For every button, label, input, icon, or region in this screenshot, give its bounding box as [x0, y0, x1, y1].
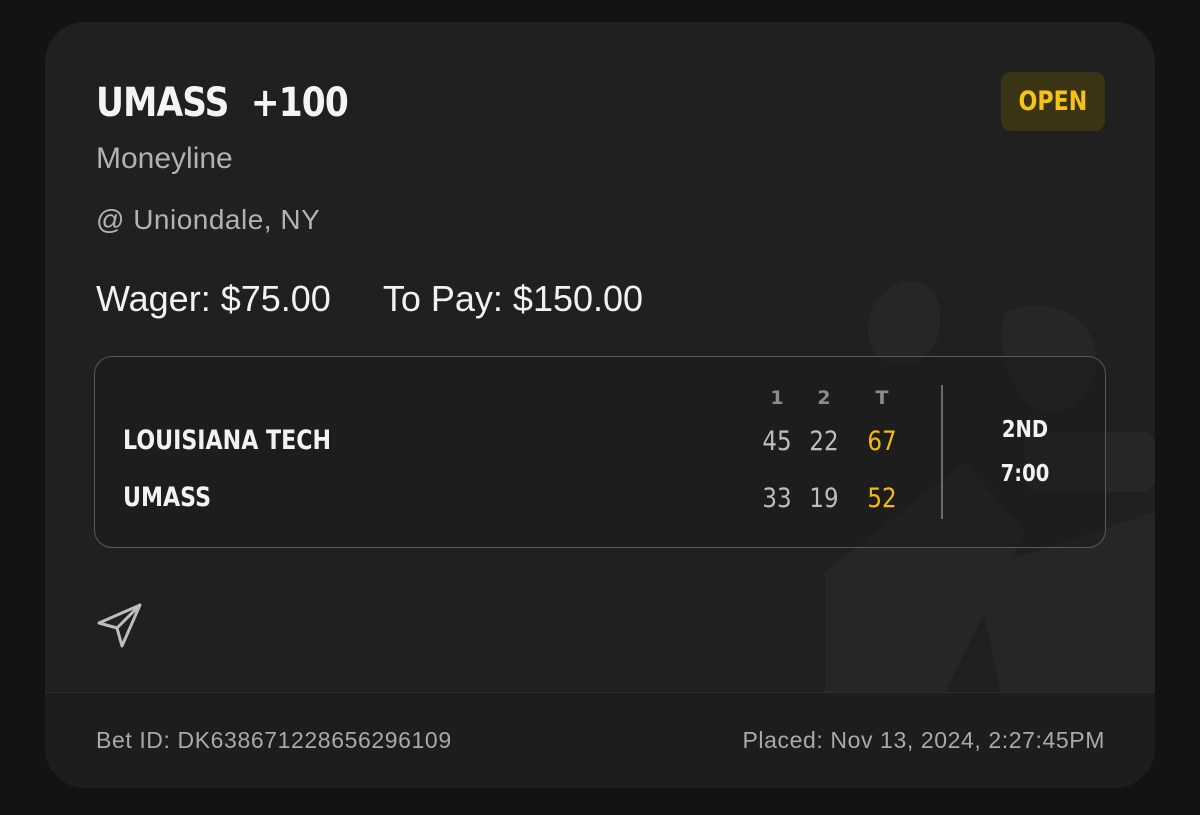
- score-away-q1: 45: [762, 426, 792, 457]
- score-home-q2: 19: [809, 483, 839, 514]
- selection-name: UMASS: [96, 80, 229, 126]
- header-period-1: 1: [770, 387, 784, 409]
- game-location: @ Uniondale, NY: [96, 204, 321, 235]
- bet-id: Bet ID: DK638671228656296109: [96, 727, 452, 754]
- score-home-q1: 33: [762, 483, 792, 514]
- bet-id-value: DK638671228656296109: [177, 727, 452, 753]
- to-pay-value: $150.00: [512, 278, 644, 319]
- bet-id-label: Bet ID:: [96, 727, 171, 753]
- paper-plane-icon[interactable]: [95, 600, 145, 650]
- score-home-total: 52: [867, 483, 897, 514]
- wager-value: $75.00: [220, 278, 331, 319]
- header-total: T: [875, 387, 889, 409]
- score-away-total: 67: [867, 426, 897, 457]
- game-clock: 7:00: [1000, 461, 1050, 487]
- scoreboard-divider: [941, 385, 943, 519]
- score-away-q2: 22: [809, 426, 839, 457]
- market-type: Moneyline: [96, 142, 233, 175]
- wager-label: Wager:: [96, 278, 211, 319]
- team-name-home: UMASS: [123, 482, 212, 513]
- live-scoreboard[interactable]: 1 2 T LOUISIANA TECH 45 22 67 UMASS 33 1…: [94, 356, 1106, 548]
- status-label: OPEN: [1018, 86, 1088, 117]
- placed-value: Nov 13, 2024, 2:27:45PM: [830, 727, 1105, 753]
- placed-label: Placed:: [742, 727, 824, 753]
- to-pay-label: To Pay:: [382, 278, 503, 319]
- team-name-away: LOUISIANA TECH: [123, 425, 332, 456]
- placed-timestamp: Placed: Nov 13, 2024, 2:27:45PM: [742, 727, 1105, 754]
- header-period-2: 2: [817, 387, 831, 409]
- game-period: 2ND: [1001, 417, 1049, 443]
- bet-amounts: Wager: $75.00 To Pay: $150.00: [96, 278, 643, 320]
- bet-card: UMASS +100 OPEN Moneyline @ Uniondale, N…: [45, 22, 1155, 788]
- bet-footer: Bet ID: DK638671228656296109 Placed: Nov…: [45, 693, 1155, 788]
- odds: +100: [250, 80, 349, 126]
- status-badge: OPEN: [1001, 72, 1105, 131]
- bet-title: UMASS +100: [96, 80, 349, 126]
